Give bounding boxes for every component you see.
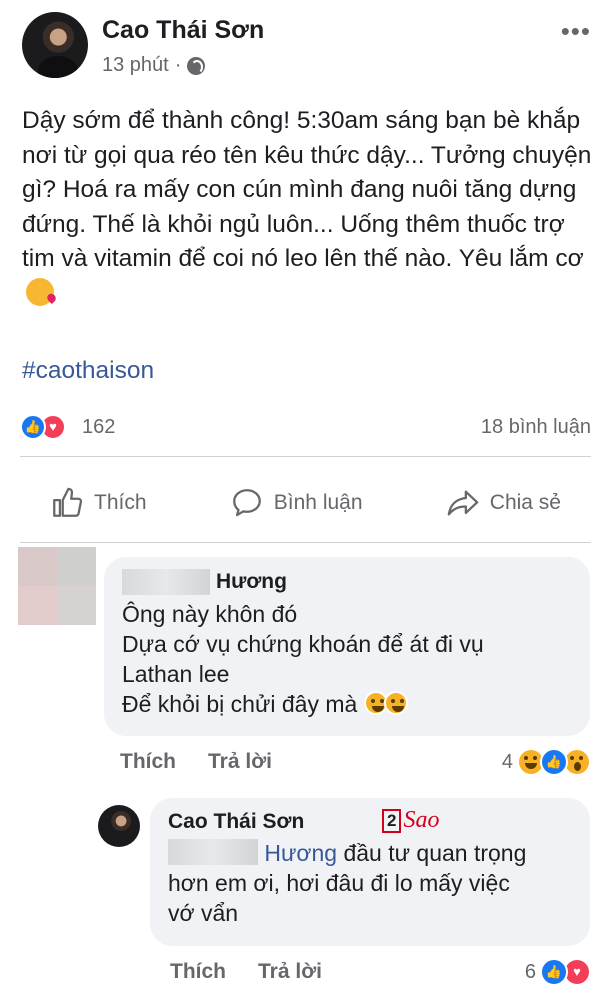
- share-label: Chia sẻ: [489, 491, 561, 514]
- comment-line: Dựa cớ vụ chứng khoán để át đi vụ: [122, 631, 484, 657]
- reply-like-button[interactable]: Thích: [170, 960, 226, 984]
- reply-actions: Thích Trả lời: [170, 960, 322, 984]
- reply-author-name[interactable]: Cao Thái Sơn: [168, 810, 572, 834]
- comment-like-button[interactable]: Thích: [120, 750, 176, 774]
- like-reaction-icon: 👍: [20, 414, 46, 440]
- reply-text: Hương đầu tư quan trọng hơn em ơi, hơi đ…: [168, 838, 572, 928]
- comment-text: Ông này khôn đó Dựa cớ vụ chứng khoán để…: [122, 599, 572, 719]
- divider: [20, 542, 591, 543]
- reply-reactions[interactable]: 6 👍 ♥: [525, 958, 591, 986]
- thumbs-up-icon: [53, 487, 83, 517]
- post-text: Dậy sớm để thành công! 5:30am sáng bạn b…: [22, 104, 594, 311]
- reactions-summary: 👍 ♥ 162 18 bình luận: [20, 412, 591, 446]
- comment-count[interactable]: 18 bình luận: [481, 416, 591, 439]
- share-arrow-icon: [447, 490, 479, 516]
- post-header: Cao Thái Sơn 13 phút · •••: [22, 12, 591, 82]
- comment-button[interactable]: Bình luận: [200, 486, 393, 520]
- comment-line-last: Để khỏi bị chửi đây mà: [122, 689, 572, 719]
- action-bar: Thích Bình luận Chia sẻ: [20, 470, 591, 536]
- commenter-name-text: Hương: [216, 570, 287, 593]
- author-name[interactable]: Cao Thái Sơn: [102, 16, 264, 45]
- post-time[interactable]: 13 phút: [102, 54, 169, 77]
- redacted-name: [122, 569, 210, 595]
- kissing-face-icon: [26, 277, 54, 306]
- post-meta: 13 phút ·: [102, 54, 206, 77]
- redacted-mention: [168, 839, 258, 865]
- watermark-text: Sao: [403, 807, 440, 833]
- comment-actions: Thích Trả lời: [120, 750, 272, 774]
- post-body: Dậy sớm để thành công! 5:30am sáng bạn b…: [22, 107, 592, 272]
- reply-bubble: Cao Thái Sơn Hương đầu tư quan trọng hơn…: [150, 798, 590, 946]
- like-reaction-icon: 👍: [540, 958, 568, 986]
- like-reaction-icon: 👍: [540, 748, 568, 776]
- reply-reaction-count: 6: [524, 960, 536, 983]
- comment-line: Ông này khôn đó: [122, 601, 298, 627]
- like-label: Thích: [94, 491, 147, 514]
- reaction-count[interactable]: 162: [82, 416, 115, 439]
- reaction-icons[interactable]: 👍 ♥: [20, 414, 66, 440]
- comment-reaction-count: 4: [501, 750, 513, 773]
- divider: [20, 456, 591, 457]
- comment-label: Bình luận: [273, 491, 363, 514]
- rolling-laughing-icon: [383, 691, 408, 715]
- more-dots-icon: •••: [560, 16, 591, 46]
- comment-bubble: Hương Ông này khôn đó Dựa cớ vụ chứng kh…: [104, 557, 590, 736]
- share-button[interactable]: Chia sẻ: [416, 486, 591, 520]
- more-options-button[interactable]: •••: [561, 16, 591, 47]
- hashtag-link[interactable]: #caothaison: [22, 357, 154, 385]
- mention-link[interactable]: Hương: [264, 840, 337, 866]
- commenter-name[interactable]: Hương: [122, 569, 572, 595]
- watermark-number: 2: [382, 808, 402, 833]
- reply-line: Hương đầu tư quan trọng: [168, 838, 572, 868]
- reply-line: vớ vẩn: [168, 900, 239, 926]
- like-button[interactable]: Thích: [20, 486, 177, 520]
- watermark-logo: 2 Sao: [382, 807, 439, 834]
- author-avatar[interactable]: [22, 12, 88, 78]
- comment-reactions[interactable]: 4 👍: [502, 748, 591, 776]
- meta-separator: ·: [174, 54, 182, 76]
- comment-bubble-icon: [232, 489, 261, 517]
- reply-author-avatar[interactable]: [98, 805, 140, 847]
- reply-reply-button[interactable]: Trả lời: [258, 960, 322, 984]
- commenter-avatar[interactable]: [18, 547, 96, 625]
- comment-line: Lathan lee: [122, 661, 230, 687]
- globe-icon[interactable]: [187, 56, 206, 75]
- reply-line: hơn em ơi, hơi đâu đi lo mấy việc: [168, 870, 510, 896]
- comment-reply-button[interactable]: Trả lời: [208, 750, 272, 774]
